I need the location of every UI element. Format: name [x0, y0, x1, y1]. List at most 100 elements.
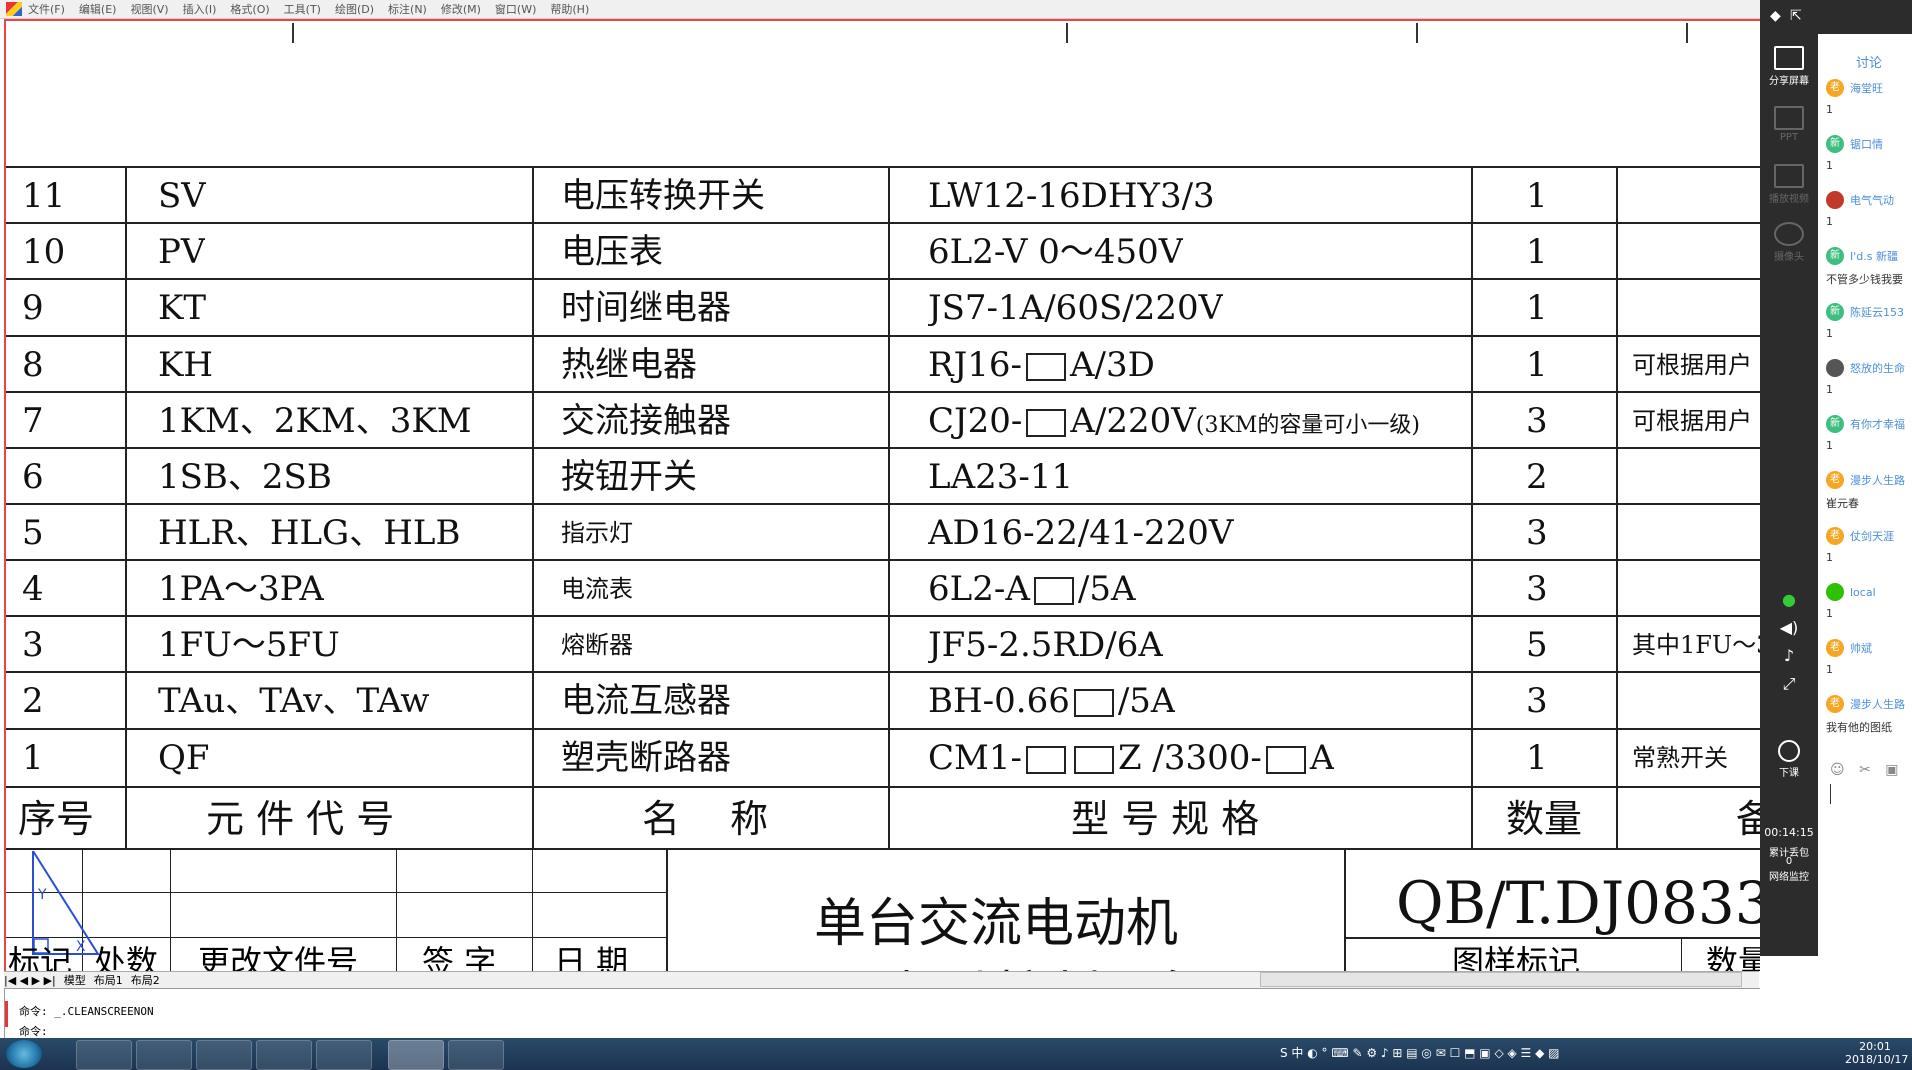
chat-sender[interactable]: local [1826, 583, 1912, 601]
speaker-icon[interactable]: ◀) [1760, 618, 1818, 637]
popout-icon[interactable]: ⇱ [1790, 8, 1802, 24]
chat-sender[interactable]: 怒放的生命 [1826, 359, 1912, 377]
row-number: 9 [22, 288, 44, 328]
pin-icon[interactable]: ◆ [1770, 8, 1781, 24]
titleblock-line [666, 848, 668, 971]
chat-sender[interactable]: 老仗剑天涯 [1826, 527, 1912, 545]
quantity: 3 [1526, 513, 1548, 553]
live-class-panel: ◆ ⇱ 分享屏幕 PPT 播放视频 摄像头 ● ◀) ♪ ⤢ 下课 00:14:… [1760, 0, 1912, 1038]
menu-draw[interactable]: 绘图(D) [335, 1, 374, 17]
taskbar-app-cad[interactable] [388, 1040, 444, 1070]
menu-file[interactable]: 文件(F) [28, 1, 65, 17]
drawing-canvas[interactable]: 11 SV 电压转换开关 LW12-16DHY3/3 1 10 PV 电压表 6L2-V 0～4… [4, 19, 1761, 971]
label-count: 处数 [94, 943, 159, 971]
sender-name: 漫步人生路 [1850, 474, 1905, 487]
taskbar-app[interactable] [316, 1040, 372, 1070]
tab-model[interactable]: 模型 [64, 972, 86, 988]
component-spec: 6L2-V 0～450V [928, 224, 1183, 280]
taskbar-app[interactable] [448, 1040, 504, 1070]
scissors-icon[interactable]: ✂ [1859, 762, 1871, 778]
component-spec: 6L2-A/5A [928, 561, 1136, 617]
tab-nav-arrows[interactable]: |◀ ◀ ▶ ▶| [4, 974, 56, 987]
component-name: 按钮开关 [561, 457, 697, 497]
table-row: 4 1PA～3PA 电流表 6L2-A/5A 3 [6, 559, 1761, 617]
menu-edit[interactable]: 编辑(E) [79, 1, 117, 17]
menu-format[interactable]: 格式(O) [230, 1, 269, 17]
taskbar-app[interactable] [196, 1040, 252, 1070]
menu-window[interactable]: 窗口(W) [495, 1, 536, 17]
command-prompt[interactable]: 命令: [19, 1023, 48, 1039]
sender-name: 电气气动 [1850, 194, 1894, 207]
spec-text: CM1- [928, 738, 1022, 778]
chat-message: 老帅斌 1 [1826, 639, 1912, 695]
chat-sender[interactable]: 新锯口情 [1826, 135, 1912, 153]
fullscreen-icon[interactable]: ⤢ [1760, 674, 1818, 694]
menu-tools[interactable]: 工具(T) [284, 1, 321, 17]
menu-modify[interactable]: 修改(M) [441, 1, 481, 17]
top-tick [292, 23, 294, 43]
sender-name: 陈延云153 [1850, 306, 1904, 319]
start-button[interactable] [6, 1040, 42, 1068]
blank-box [1026, 409, 1067, 437]
blank-box [1265, 746, 1306, 774]
chat-sender[interactable]: 老帅斌 [1826, 639, 1912, 657]
quantity: 1 [1526, 176, 1548, 216]
image-icon[interactable]: ▣ [1885, 762, 1898, 778]
chat-message: 新有你才幸福 1 [1826, 415, 1912, 471]
chat-sender[interactable]: 老海堂旺 [1826, 79, 1912, 97]
spec-text: LA23-11 [928, 457, 1074, 497]
menu-dimension[interactable]: 标注(N) [388, 1, 427, 17]
component-name: 指示灯 [561, 519, 633, 547]
end-class-button[interactable]: 下课 [1760, 740, 1818, 779]
ppt-button[interactable]: PPT [1760, 106, 1818, 143]
spec-text: Z /3300- [1117, 738, 1262, 778]
play-video-button[interactable]: 播放视频 [1760, 164, 1818, 205]
menu-insert[interactable]: 插入(I) [183, 1, 217, 17]
tab-layout1[interactable]: 布局1 [94, 972, 123, 988]
component-name: 交流接触器 [561, 401, 731, 441]
chat-sender[interactable]: 老漫步人生路 [1826, 695, 1912, 713]
row-number: 4 [22, 569, 44, 609]
spec-text: A/220V [1070, 401, 1196, 441]
sender-name: 锯口情 [1850, 138, 1883, 151]
video-icon [1774, 164, 1804, 188]
component-spec: RJ16- A/3D [928, 337, 1155, 393]
horizontal-scrollbar[interactable] [1260, 972, 1742, 987]
label-drawing-mark: 图样标记 [1452, 943, 1581, 971]
chat-sender[interactable]: 新陈延云153 [1826, 303, 1912, 321]
menu-help[interactable]: 帮助(H) [550, 1, 589, 17]
discussion-title[interactable]: 讨论 [1826, 52, 1912, 71]
taskbar-app-ie[interactable] [76, 1040, 132, 1070]
music-icon[interactable]: ♪ [1760, 646, 1818, 665]
chat-sender[interactable]: 电气气动 [1826, 191, 1912, 209]
mic-icon[interactable]: ● [1760, 590, 1818, 609]
chat-sender[interactable]: 老漫步人生路 [1826, 471, 1912, 489]
system-clock[interactable]: 20:01 2018/10/17 [1845, 1040, 1908, 1066]
message-text: 1 [1826, 383, 1833, 396]
emoji-icon[interactable]: ☺ [1830, 762, 1845, 778]
header-qty: 数量 [1506, 797, 1583, 841]
menu-view[interactable]: 视图(V) [130, 1, 168, 17]
message-text: 1 [1826, 439, 1833, 452]
table-row: 2 TAu、TAv、TAw 电流互感器 BH-0.66/5A 3 [6, 671, 1761, 729]
component-spec: CJ20- A/220V(3KM的容量可小一级) [928, 393, 1420, 449]
chat-input[interactable] [1830, 784, 1911, 804]
tab-layout2[interactable]: 布局2 [131, 972, 160, 988]
taskbar-app-wechat[interactable] [136, 1040, 192, 1070]
avatar [1826, 191, 1844, 209]
row-number: 8 [22, 345, 44, 385]
blank-box [1073, 689, 1114, 717]
spec-note: (3KM的容量可小一级) [1195, 413, 1421, 438]
chat-sender[interactable]: 新有你才幸福 [1826, 415, 1912, 433]
avatar: 新 [1826, 415, 1844, 433]
titleblock-line [6, 848, 1761, 850]
system-tray[interactable]: S 中 ◐ ° ⌨ ✎ ⚙ ♪ ⊞ ▤ ◎ ✉ ☐ ⬒ ▣ ◇ ◈ ☰ ◆ ▨ [1280, 1044, 1560, 1061]
row-number: 7 [22, 401, 44, 441]
share-screen-button[interactable]: 分享屏幕 [1760, 46, 1818, 87]
table-row: 1 QF 塑壳断路器 CM1- Z /3300- A 1 常熟开关 [6, 728, 1761, 786]
camera-button[interactable]: 摄像头 [1760, 222, 1818, 263]
command-indicator [5, 1001, 8, 1027]
avatar: 老 [1826, 527, 1844, 545]
chat-sender[interactable]: 新 I'd.s 新疆 [1826, 247, 1912, 265]
taskbar-app[interactable] [256, 1040, 312, 1070]
